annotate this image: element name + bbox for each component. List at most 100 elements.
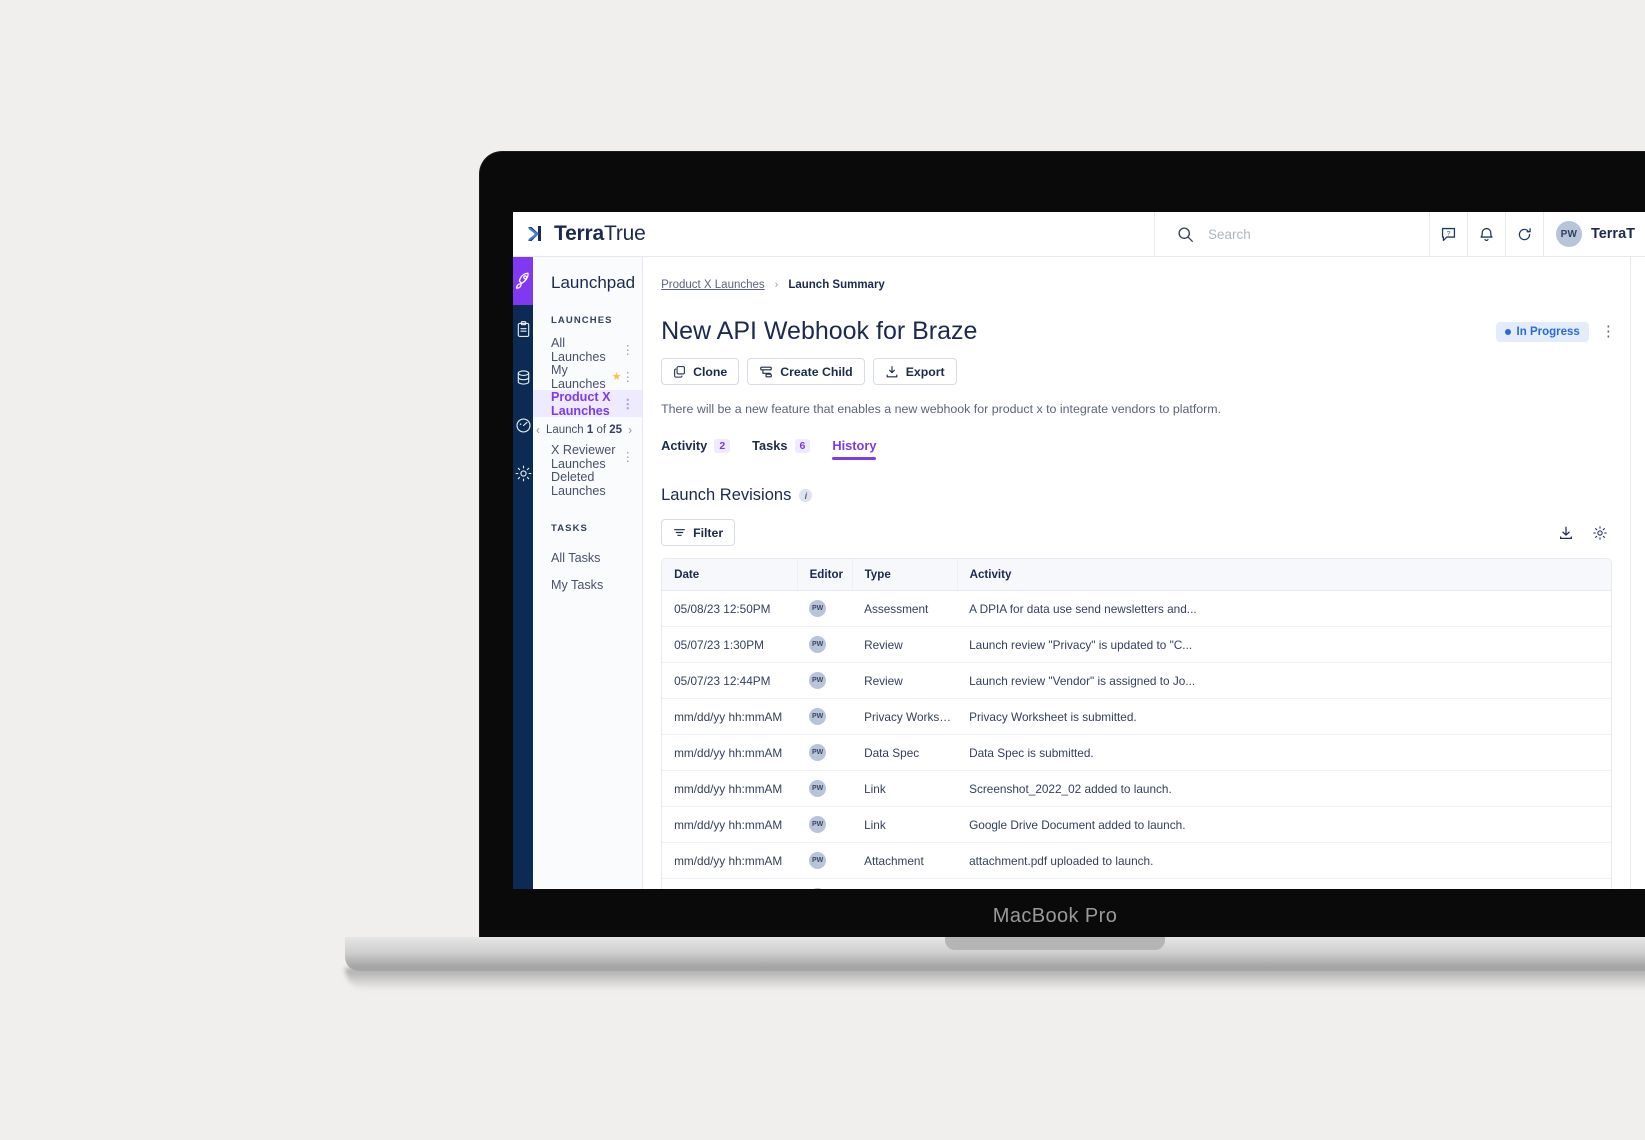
revisions-table: Date Editor Type Activity 05/08/23 12:50… xyxy=(662,559,1611,889)
refresh-icon xyxy=(1516,226,1533,243)
details-side-panel: ⠿ Review Teams Reset Pr xyxy=(1629,257,1645,889)
table-row[interactable]: mm/dd/yy hh:mmAM PW Attachment attachment.p… xyxy=(662,842,1611,879)
sidebar-item-my-tasks[interactable]: My Tasks xyxy=(533,571,642,598)
cell-date: 05/08/23 12:50PM xyxy=(662,590,798,627)
sidebar-item-label: X Reviewer Launches xyxy=(551,442,616,471)
launch-title-row: New API Webhook for Braze In Progress ⋮ xyxy=(661,317,1630,346)
clone-button[interactable]: Clone xyxy=(661,358,740,385)
button-label: Create Child xyxy=(780,364,853,379)
launch-description: There will be a new feature that enables… xyxy=(661,402,1222,416)
help-button[interactable]: ? xyxy=(1428,212,1467,256)
table-row[interactable]: mm/dd/yy hh:mmAM PW Link Screenshot_2022_02… xyxy=(662,770,1611,807)
sidebar-item-overflow-menu-icon[interactable]: ⋮ xyxy=(621,342,634,357)
search-icon xyxy=(1177,226,1194,243)
table-row[interactable]: 05/07/23 1:30PM PW Review Launch review "Pr… xyxy=(662,626,1611,663)
cell-type: Review xyxy=(852,626,958,663)
sidebar-item-product-x-launches[interactable]: Product X Launches ⋮ xyxy=(533,390,643,418)
sidebar-item-label: All Launches xyxy=(551,335,606,364)
table-row[interactable]: 05/08/23 12:50PM PW Assessment A DPIA for d… xyxy=(662,590,1611,627)
search-container[interactable] xyxy=(1154,212,1429,256)
table-row[interactable]: mm/dd/yy hh:mmAM PW LabelType label: B2C a… xyxy=(662,878,1611,889)
rail-item-assessments[interactable] xyxy=(513,305,533,353)
filter-icon xyxy=(673,526,686,539)
rail-item-data[interactable] xyxy=(513,353,533,401)
cell-editor: PW xyxy=(797,878,853,889)
sidebar-item-overflow-menu-icon[interactable]: ⋮ xyxy=(621,449,634,464)
cell-activity: A DPIA for data use send newsletters and… xyxy=(957,590,1611,627)
editor-avatar: PW xyxy=(809,600,827,617)
icon-rail xyxy=(513,257,533,889)
user-menu[interactable]: PW TerraT xyxy=(1542,212,1645,256)
column-header-type[interactable]: Type xyxy=(852,559,958,591)
export-icon xyxy=(885,365,899,379)
laptop-notch xyxy=(945,937,1165,950)
bell-icon xyxy=(1478,226,1495,243)
app-body: Launchpad LAUNCHES All Launches ⋮ My Launch… xyxy=(513,257,1645,889)
sidebar-item-my-launches[interactable]: My Launches ★ ⋮ xyxy=(533,362,642,391)
column-header-activity[interactable]: Activity xyxy=(957,559,1611,591)
cell-date: mm/dd/yy hh:mmAM xyxy=(662,878,798,889)
table-row[interactable]: mm/dd/yy hh:mmAM PW Link Google Drive Docum… xyxy=(662,806,1611,843)
sidebar-item-overflow-menu-icon[interactable]: ⋮ xyxy=(621,396,634,411)
button-label: Export xyxy=(905,364,945,379)
create-child-icon xyxy=(759,365,773,379)
search-input[interactable] xyxy=(1208,226,1408,242)
cell-date: mm/dd/yy hh:mmAM xyxy=(662,734,798,771)
breadcrumb-current: Launch Summary xyxy=(788,279,885,291)
page-title: New API Webhook for Braze xyxy=(661,317,978,345)
launchpad-nav-panel: Launchpad LAUNCHES All Launches ⋮ My Launch… xyxy=(533,257,644,889)
pager-next-icon[interactable]: › xyxy=(628,423,632,437)
table-body: 05/08/23 12:50PM PW Assessment A DPIA for d… xyxy=(662,590,1611,889)
cell-date: 05/07/23 1:30PM xyxy=(662,626,798,663)
table-row[interactable]: 05/07/23 12:44PM PW Review Launch review "V… xyxy=(662,662,1611,699)
rail-item-settings[interactable] xyxy=(513,449,533,497)
breadcrumb-parent[interactable]: Product X Launches xyxy=(661,279,765,291)
brand-logo-area[interactable]: TerraTrue xyxy=(513,212,1154,256)
filter-button-label: Filter xyxy=(693,525,724,540)
cell-date: mm/dd/yy hh:mmAM xyxy=(662,770,798,807)
cell-type: Data Spec xyxy=(852,734,958,771)
refresh-button[interactable] xyxy=(1504,212,1543,256)
sidebar-item-label: My Tasks xyxy=(551,577,604,592)
cell-editor: PW xyxy=(797,842,853,879)
column-header-date[interactable]: Date xyxy=(662,559,798,591)
tab-history[interactable]: History xyxy=(832,438,877,460)
launch-overflow-menu-icon[interactable]: ⋮ xyxy=(1601,324,1616,339)
sidebar-item-all-tasks[interactable]: All Tasks xyxy=(533,544,642,571)
section-title: Launch Revisions xyxy=(661,486,792,504)
editor-avatar: PW xyxy=(809,672,827,689)
tab-label: Activity xyxy=(661,438,708,453)
table-settings-button[interactable] xyxy=(1592,525,1608,541)
gear-icon xyxy=(514,464,533,483)
tab-tasks[interactable]: Tasks 6 xyxy=(752,438,811,460)
sidebar-item-deleted-launches[interactable]: Deleted Launches xyxy=(533,470,642,498)
cell-type: Link xyxy=(852,770,958,807)
sidebar-item-all-launches[interactable]: All Launches ⋮ xyxy=(533,335,642,364)
export-button[interactable]: Export xyxy=(872,358,957,385)
cell-activity: attachment.pdf uploaded to launch. xyxy=(957,842,1611,879)
cell-date: mm/dd/yy hh:mmAM xyxy=(662,806,798,843)
create-child-button[interactable]: Create Child xyxy=(747,358,865,385)
column-header-editor[interactable]: Editor xyxy=(797,559,853,591)
status-badge[interactable]: In Progress xyxy=(1495,321,1589,342)
tab-count-badge: 6 xyxy=(794,438,811,453)
pager-label: Launch 1 of 25 xyxy=(545,424,623,436)
sidebar-item-overflow-menu-icon[interactable]: ⋮ xyxy=(621,369,634,384)
table-row[interactable]: mm/dd/yy hh:mmAM PW Data Spec Data Spec is … xyxy=(662,734,1611,771)
button-label: Clone xyxy=(693,364,728,379)
pager-prev-icon[interactable]: ‹ xyxy=(536,423,540,437)
table-row[interactable]: mm/dd/yy hh:mmAM PW Privacy Worksheet Priva… xyxy=(662,698,1611,735)
rail-item-reports[interactable] xyxy=(513,401,533,449)
sidebar-item-x-reviewer-launches[interactable]: X Reviewer Launches ⋮ xyxy=(533,442,642,471)
info-icon[interactable]: i xyxy=(799,489,813,502)
launch-revisions-header: Launch Revisions i xyxy=(661,486,1630,505)
cell-activity: Launch review "Privacy" is updated to "C… xyxy=(957,626,1611,663)
tab-label: History xyxy=(832,438,877,453)
tab-activity[interactable]: Activity 2 xyxy=(661,438,731,460)
star-icon[interactable]: ★ xyxy=(612,370,622,383)
filter-button[interactable]: Filter xyxy=(661,519,736,546)
notifications-button[interactable] xyxy=(1466,212,1505,256)
sidebar-item-label: My Launches ★ xyxy=(551,362,622,391)
download-button[interactable] xyxy=(1558,525,1574,541)
rail-item-launches[interactable] xyxy=(513,257,533,305)
